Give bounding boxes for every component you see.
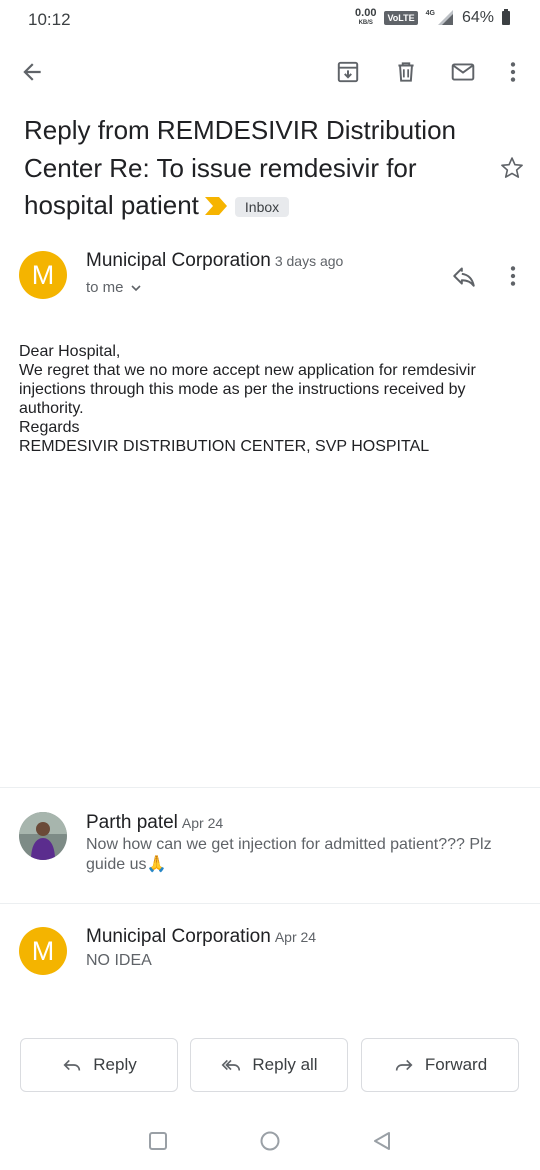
forward-button[interactable]: Forward xyxy=(361,1038,519,1092)
delete-icon[interactable] xyxy=(384,50,428,94)
more-options-icon[interactable] xyxy=(491,50,535,94)
thread-date: Apr 24 xyxy=(274,929,317,945)
message-time: 3 days ago xyxy=(274,253,344,269)
archive-icon[interactable] xyxy=(326,50,370,94)
thread-item-header[interactable]: Municipal Corporation Apr 24 xyxy=(86,926,316,948)
thread-divider xyxy=(0,787,540,788)
sender-avatar-photo[interactable] xyxy=(19,812,67,860)
body-line: REMDESIVIR DISTRIBUTION CENTER, SVP HOSP… xyxy=(19,438,430,455)
network-speed-unit: KB/S xyxy=(358,20,373,26)
thread-sender: Parth patel xyxy=(86,812,178,833)
thread-divider xyxy=(0,903,540,904)
message-body: Dear Hospital, We regret that we no more… xyxy=(19,342,519,456)
importance-marker-icon[interactable] xyxy=(204,188,227,226)
forward-icon xyxy=(395,1059,413,1071)
sender-name: Municipal Corporation xyxy=(86,250,271,271)
back-triangle-icon[interactable] xyxy=(372,1131,392,1156)
home-circle-icon[interactable] xyxy=(260,1131,280,1156)
thread-snippet[interactable]: NO IDEA xyxy=(86,951,516,971)
body-line: Regards xyxy=(19,419,80,436)
reply-all-icon xyxy=(221,1059,241,1071)
thread-item-header[interactable]: Parth patel Apr 24 xyxy=(86,812,223,834)
reply-icon[interactable] xyxy=(442,254,486,298)
battery-icon xyxy=(502,8,510,25)
forward-label: Forward xyxy=(424,1055,488,1074)
reply-all-button[interactable]: Reply all xyxy=(190,1038,348,1092)
volte-badge: VoLTE xyxy=(384,10,418,25)
reply-label: Reply xyxy=(93,1055,137,1074)
thread-sender: Municipal Corporation xyxy=(86,926,271,947)
sender-avatar[interactable]: M xyxy=(19,927,67,975)
recipient-text: to me xyxy=(86,279,124,296)
back-arrow-icon[interactable] xyxy=(10,50,54,94)
sender-avatar[interactable]: M xyxy=(19,251,67,299)
email-subject: Reply from REMDESIVIR Distribution Cente… xyxy=(24,112,464,226)
thread-date: Apr 24 xyxy=(181,815,224,831)
reply-button[interactable]: Reply xyxy=(20,1038,178,1092)
reply-all-label: Reply all xyxy=(252,1055,318,1074)
thread-snippet[interactable]: Now how can we get injection for admitte… xyxy=(86,835,516,875)
network-speed: 0.00 KB/S xyxy=(355,8,376,27)
status-icons: 0.00 KB/S VoLTE 4G 64% xyxy=(355,8,510,27)
mark-unread-icon[interactable] xyxy=(441,50,485,94)
message-more-icon[interactable] xyxy=(491,254,535,298)
network-speed-value: 0.00 xyxy=(355,7,377,19)
battery-percent: 64% xyxy=(461,8,494,26)
reply-icon xyxy=(63,1059,81,1071)
recents-square-icon[interactable] xyxy=(149,1132,167,1155)
status-time: 10:12 xyxy=(28,10,71,29)
message-header[interactable]: Municipal Corporation 3 days ago xyxy=(86,250,343,272)
signal-icon: 4G xyxy=(426,10,454,25)
chevron-down-icon xyxy=(130,284,141,291)
inbox-label[interactable]: Inbox xyxy=(234,197,290,218)
body-line: Dear Hospital, xyxy=(19,343,121,360)
body-line: We regret that we no more accept new app… xyxy=(19,362,481,417)
recipient-details[interactable]: to me xyxy=(86,279,142,296)
network-type: 4G xyxy=(425,10,435,17)
system-navbar xyxy=(0,1112,540,1170)
star-icon[interactable] xyxy=(490,146,534,190)
